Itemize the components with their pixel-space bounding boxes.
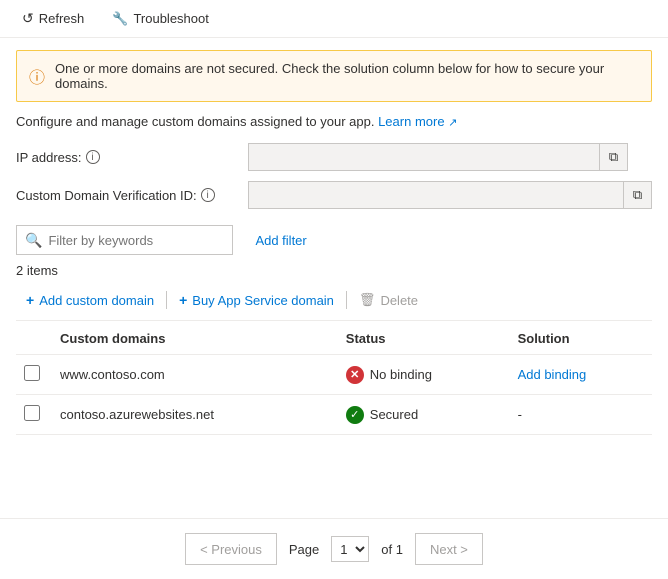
custom-domain-copy-button[interactable]: ⧉ (623, 182, 651, 208)
solution-text: - (518, 407, 522, 422)
table-header-custom-domains: Custom domains (52, 321, 338, 355)
action-divider-1 (166, 291, 167, 309)
refresh-button[interactable]: Refresh (16, 6, 90, 31)
troubleshoot-icon: 🔧 (112, 11, 128, 27)
delete-icon: 🗑 (359, 292, 376, 308)
previous-button[interactable]: < Previous (185, 533, 277, 565)
custom-domain-verification-input-wrap: ⧉ (248, 181, 652, 209)
table-cell-status: ✓ Secured (338, 395, 510, 435)
table-cell-checkbox (16, 355, 52, 395)
delete-label: Delete (380, 293, 418, 308)
solution-link[interactable]: Add binding (518, 367, 587, 382)
learn-more-link[interactable]: Learn more ↗ (378, 114, 457, 129)
delete-button[interactable]: 🗑 Delete (349, 288, 428, 312)
item-count: 2 items (16, 263, 652, 278)
previous-label: < Previous (200, 542, 262, 557)
buy-app-service-domain-button[interactable]: + Buy App Service domain (169, 288, 344, 312)
add-filter-button[interactable]: ⭴ Add filter (241, 225, 315, 255)
description-text: Configure and manage custom domains assi… (16, 114, 374, 129)
status-text: No binding (370, 367, 432, 382)
table-row: contoso.azurewebsites.net ✓ Secured - (16, 395, 652, 435)
add-filter-label: Add filter (255, 233, 306, 248)
custom-domain-verification-input[interactable] (249, 188, 623, 202)
custom-domain-info-icon[interactable]: i (201, 188, 215, 202)
ip-address-copy-button[interactable]: ⧉ (599, 144, 627, 170)
page-select[interactable]: 1 (331, 536, 369, 562)
refresh-label: Refresh (39, 11, 85, 26)
table-cell-domain: www.contoso.com (52, 355, 338, 395)
table-header-row: Custom domains Status Solution (16, 321, 652, 355)
custom-domain-verification-row: Custom Domain Verification ID: i ⧉ (16, 181, 652, 209)
status-text: Secured (370, 407, 418, 422)
filter-input[interactable] (48, 233, 224, 248)
table-cell-solution: - (510, 395, 652, 435)
copy-icon-2: ⧉ (633, 187, 642, 203)
add-custom-domain-label: Add custom domain (39, 293, 154, 308)
next-button[interactable]: Next > (415, 533, 483, 565)
add-custom-domain-button[interactable]: + Add custom domain (16, 288, 164, 312)
refresh-icon (22, 10, 34, 27)
description: Configure and manage custom domains assi… (16, 114, 652, 129)
table-cell-domain: contoso.azurewebsites.net (52, 395, 338, 435)
table-cell-checkbox (16, 395, 52, 435)
table-cell-status: ✕ No binding (338, 355, 510, 395)
toolbar: Refresh 🔧 Troubleshoot (0, 0, 668, 38)
action-divider-2 (346, 291, 347, 309)
filter-input-wrap: 🔍 (16, 225, 233, 255)
table-header-status: Status (338, 321, 510, 355)
table-header-solution: Solution (510, 321, 652, 355)
search-icon: 🔍 (25, 232, 42, 249)
status-error-icon: ✕ (346, 366, 364, 384)
external-link-icon: ↗ (448, 117, 457, 129)
row-checkbox[interactable] (24, 365, 40, 381)
warning-message: One or more domains are not secured. Che… (55, 61, 639, 91)
troubleshoot-label: Troubleshoot (133, 11, 208, 26)
ip-address-label: IP address: i (16, 150, 236, 165)
ip-address-info-icon[interactable]: i (86, 150, 100, 164)
buy-app-service-domain-label: Buy App Service domain (192, 293, 334, 308)
filter-row: 🔍 ⭴ Add filter (16, 225, 652, 255)
domains-table: Custom domains Status Solution www.conto… (16, 321, 652, 435)
add-custom-domain-plus-icon: + (26, 292, 34, 308)
ip-address-row: IP address: i ⧉ (16, 143, 652, 171)
warning-banner: ⓘ One or more domains are not secured. C… (16, 50, 652, 102)
next-label: Next > (430, 542, 468, 557)
warning-icon: ⓘ (29, 64, 45, 88)
table-header-checkbox (16, 321, 52, 355)
ip-address-input[interactable] (249, 150, 599, 164)
table-row: www.contoso.com ✕ No binding Add binding (16, 355, 652, 395)
custom-domain-verification-label: Custom Domain Verification ID: i (16, 188, 236, 203)
page-label: Page (289, 542, 319, 557)
row-checkbox[interactable] (24, 405, 40, 421)
status-success-icon: ✓ (346, 406, 364, 424)
copy-icon: ⧉ (609, 149, 618, 165)
pagination: < Previous Page 1 of 1 Next > (0, 518, 668, 579)
buy-domain-plus-icon: + (179, 292, 187, 308)
ip-address-input-wrap: ⧉ (248, 143, 628, 171)
main-content: Configure and manage custom domains assi… (0, 114, 668, 435)
learn-more-label: Learn more (378, 114, 444, 129)
table-cell-solution: Add binding (510, 355, 652, 395)
of-label: of 1 (381, 542, 403, 557)
troubleshoot-button[interactable]: 🔧 Troubleshoot (106, 7, 215, 31)
action-bar: + Add custom domain + Buy App Service do… (16, 288, 652, 321)
